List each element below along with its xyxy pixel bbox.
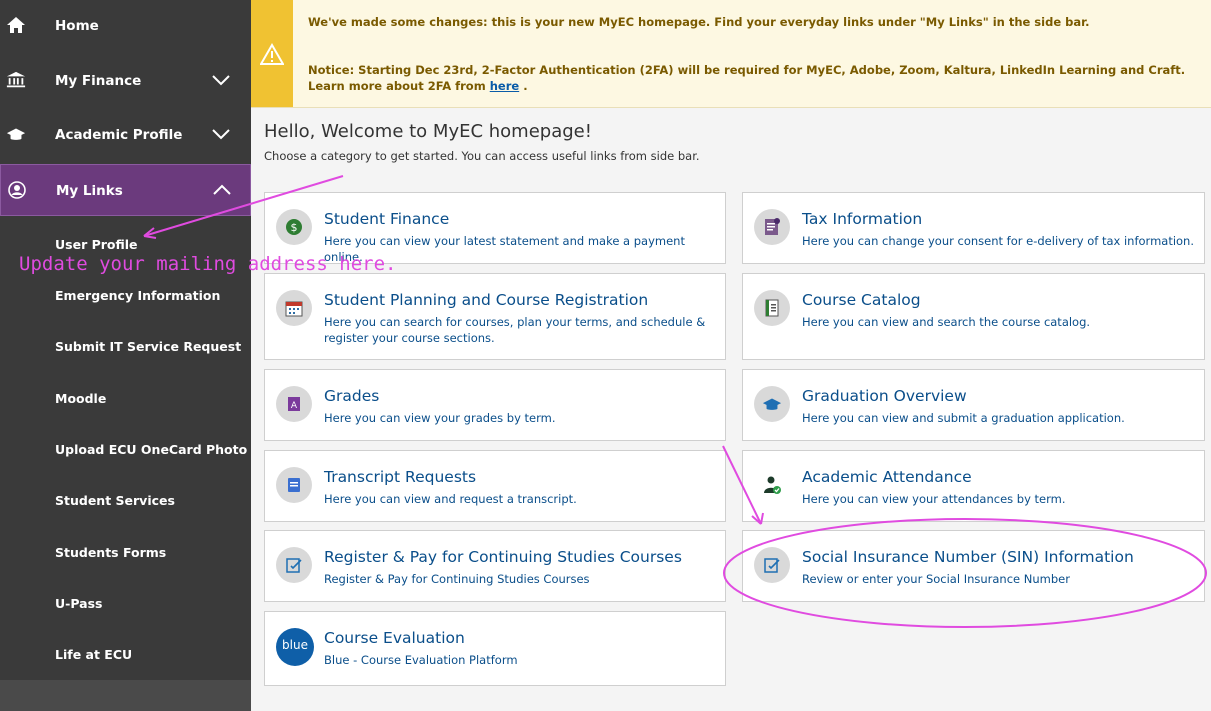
card-title: Student Finance (324, 210, 450, 228)
chevron-up-icon[interactable] (212, 183, 232, 197)
card-course-evaluation[interactable]: blue Course Evaluation Blue - Course Eva… (264, 611, 726, 686)
svg-text:$: $ (291, 221, 298, 234)
blue-logo-text: blue (282, 638, 308, 652)
sublink-user-profile[interactable]: User Profile (55, 237, 138, 252)
card-title: Transcript Requests (324, 468, 477, 486)
card-title: Grades (324, 387, 380, 405)
graduation-cap-icon (6, 128, 26, 140)
sidebar-item-my-links[interactable]: My Links (0, 164, 251, 216)
learn-2fa-link[interactable]: here (490, 79, 519, 93)
main-content: We've made some changes: this is your ne… (251, 0, 1211, 711)
tax-document-icon (765, 218, 780, 235)
card-description: Here you can view and search the course … (802, 315, 1091, 329)
card-description: Here you can view your attendances by te… (802, 492, 1066, 506)
card-title: Course Catalog (802, 291, 921, 309)
card-title: Register & Pay for Continuing Studies Co… (324, 548, 682, 566)
calendar-icon (285, 301, 303, 317)
sublink-life-at-ecu[interactable]: Life at ECU (55, 647, 132, 662)
svg-text:A: A (291, 401, 298, 411)
card-academic-attendance[interactable]: Academic Attendance Here you can view yo… (742, 450, 1205, 522)
sidebar: Home My Finance Academic Profile My Link… (0, 0, 251, 711)
edit-form-icon (764, 558, 780, 573)
sublink-emergency-information[interactable]: Emergency Information (55, 288, 220, 303)
edit-form-icon (286, 558, 302, 573)
card-description: Here you can change your consent for e-d… (802, 234, 1194, 248)
card-grades[interactable]: A Grades Here you can view your grades b… (264, 369, 726, 441)
sublink-upload-onecard-photo[interactable]: Upload ECU OneCard Photo (55, 442, 247, 457)
notice-message-homepage: We've made some changes: this is your ne… (308, 15, 1090, 29)
card-title: Social Insurance Number (SIN) Informatio… (802, 548, 1134, 566)
annotation-text: Update your mailing address here. (19, 253, 397, 275)
graduation-cap-icon (762, 398, 782, 410)
warning-icon (260, 43, 284, 65)
bank-icon (6, 71, 26, 88)
sublink-student-services[interactable]: Student Services (55, 493, 175, 508)
transcript-icon (288, 478, 300, 492)
sidebar-item-label: My Links (56, 183, 123, 199)
card-description: Register & Pay for Continuing Studies Co… (324, 572, 590, 586)
card-title: Graduation Overview (802, 387, 967, 405)
sidebar-item-label: Academic Profile (55, 127, 183, 143)
notice-banner: We've made some changes: this is your ne… (251, 0, 1211, 108)
dollar-icon: $ (286, 219, 302, 235)
notice-message-2fa: Notice: Starting Dec 23rd, 2-Factor Auth… (308, 63, 1186, 93)
card-register-pay-continuing-studies[interactable]: Register & Pay for Continuing Studies Co… (264, 530, 726, 602)
card-course-catalog[interactable]: Course Catalog Here you can view and sea… (742, 273, 1205, 360)
card-description: Here you can view your grades by term. (324, 411, 556, 425)
card-sin-information[interactable]: Social Insurance Number (SIN) Informatio… (742, 530, 1205, 602)
chevron-down-icon[interactable] (211, 73, 231, 87)
page-subtitle: Choose a category to get started. You ca… (264, 149, 700, 163)
sidebar-item-my-finance[interactable]: My Finance (0, 55, 251, 107)
card-title: Tax Information (802, 210, 923, 228)
sublink-submit-it-service-request[interactable]: Submit IT Service Request (55, 339, 241, 354)
welcome-section: Hello, Welcome to MyEC homepage! Choose … (251, 108, 1211, 176)
card-title: Academic Attendance (802, 468, 972, 486)
grades-icon: A (288, 397, 300, 411)
sidebar-item-label: My Finance (55, 73, 142, 89)
card-student-planning[interactable]: Student Planning and Course Registration… (264, 273, 726, 360)
card-description: Here you can search for courses, plan yo… (324, 315, 706, 345)
sidebar-item-label: Home (55, 18, 99, 34)
card-description: Here you can view and request a transcri… (324, 492, 577, 506)
card-description: Review or enter your Social Insurance Nu… (802, 572, 1070, 586)
sidebar-item-academic-profile[interactable]: Academic Profile (0, 109, 251, 161)
user-circle-icon (8, 181, 26, 199)
catalog-book-icon (765, 299, 779, 317)
card-tax-information[interactable]: Tax Information Here you can change your… (742, 192, 1205, 264)
sublink-u-pass[interactable]: U-Pass (55, 596, 102, 611)
card-title: Course Evaluation (324, 629, 465, 647)
card-graduation-overview[interactable]: Graduation Overview Here you can view an… (742, 369, 1205, 441)
chevron-down-icon[interactable] (211, 127, 231, 141)
sublink-students-forms[interactable]: Students Forms (55, 545, 166, 560)
card-transcript-requests[interactable]: Transcript Requests Here you can view an… (264, 450, 726, 522)
sublink-moodle[interactable]: Moodle (55, 391, 106, 406)
page-title: Hello, Welcome to MyEC homepage! (264, 121, 592, 142)
card-title: Student Planning and Course Registration (324, 291, 649, 309)
card-description: Here you can view and submit a graduatio… (802, 411, 1125, 425)
attendance-user-icon (764, 476, 781, 494)
home-icon (7, 17, 25, 33)
blue-logo-icon: blue (276, 628, 314, 666)
sidebar-item-home[interactable]: Home (0, 0, 251, 52)
card-description: Blue - Course Evaluation Platform (324, 653, 518, 667)
sidebar-footer (0, 680, 251, 711)
